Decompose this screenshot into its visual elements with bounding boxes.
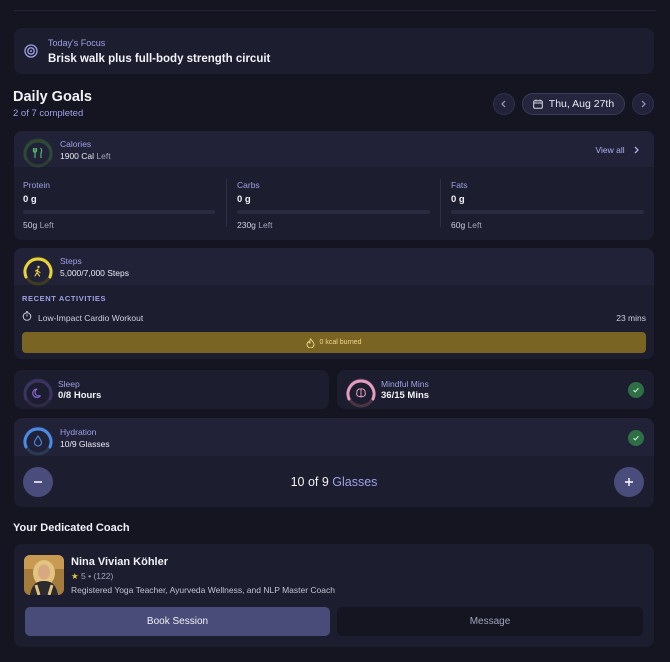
- kcal-burned-bar: 0 kcal burned: [22, 332, 646, 353]
- chevron-right-icon: [641, 100, 646, 108]
- top-divider: [14, 10, 656, 11]
- mindful-card[interactable]: Mindful Mins 36/15 Mins: [337, 370, 654, 409]
- recent-activities-title: RECENT ACTIVITIES: [22, 294, 107, 303]
- steps-value: 5,000/7,000 Steps: [60, 268, 130, 278]
- hydration-card: Hydration 10/9 Glasses 10 of 9 Glasses: [14, 418, 654, 507]
- increase-glasses-button[interactable]: [614, 467, 644, 497]
- mindful-complete-badge: [628, 382, 644, 398]
- coach-section-title: Your Dedicated Coach: [13, 522, 130, 534]
- macro-fats: Fats 0 g 60g Left: [442, 167, 654, 240]
- calories-remaining: 1900 Cal Left: [60, 151, 111, 161]
- brain-icon: [356, 388, 366, 398]
- timer-icon: [22, 311, 32, 321]
- hydration-header[interactable]: Hydration 10/9 Glasses: [14, 418, 654, 456]
- coach-description: Registered Yoga Teacher, Ayurveda Wellne…: [71, 585, 335, 595]
- utensils-icon: [32, 147, 43, 158]
- sleep-label: Sleep: [58, 379, 80, 389]
- target-icon: [24, 44, 38, 58]
- calories-header[interactable]: Calories 1900 Cal Left View all: [14, 131, 654, 168]
- activity-row[interactable]: Low-Impact Cardio Workout 23 mins: [22, 310, 646, 324]
- next-day-button[interactable]: [632, 93, 654, 115]
- check-icon: [633, 435, 639, 441]
- view-all-link[interactable]: View all: [595, 145, 640, 155]
- macro-divider: [440, 179, 441, 227]
- macro-divider: [226, 179, 227, 227]
- calories-card: Calories 1900 Cal Left View all Protein …: [14, 131, 654, 240]
- sleep-value: 0/8 Hours: [58, 390, 102, 401]
- coach-rating: ★ 5 • (122): [71, 571, 114, 581]
- coach-avatar[interactable]: [24, 555, 64, 595]
- mindful-value: 36/15 Mins: [381, 390, 430, 401]
- check-icon: [633, 387, 639, 393]
- hydration-label: Hydration: [60, 427, 97, 437]
- previous-day-button[interactable]: [493, 93, 515, 115]
- date-selector[interactable]: Thu, Aug 27th: [522, 93, 625, 115]
- chevron-right-icon: [634, 146, 639, 154]
- goals-completed-count: 2 of 7 completed: [13, 108, 84, 119]
- coach-name: Nina Vivian Köhler: [71, 556, 168, 568]
- calories-label: Calories: [60, 139, 92, 149]
- steps-label: Steps: [60, 256, 82, 266]
- protein-progress-bar: [23, 210, 215, 214]
- message-button[interactable]: Message: [337, 607, 643, 636]
- steps-card: Steps 5,000/7,000 Steps RECENT ACTIVITIE…: [14, 248, 654, 359]
- macro-protein: Protein 0 g 50g Left: [14, 167, 226, 240]
- daily-goals-title: Daily Goals: [13, 89, 92, 105]
- activity-name: Low-Impact Cardio Workout: [38, 313, 144, 323]
- star-icon: ★: [71, 571, 79, 581]
- todays-focus-card: Today's Focus Brisk walk plus full-body …: [14, 28, 654, 74]
- calendar-icon: [532, 99, 543, 109]
- focus-label: Today's Focus: [48, 37, 106, 48]
- activity-duration: 23 mins: [616, 313, 646, 323]
- focus-text: Brisk walk plus full-body strength circu…: [48, 52, 271, 65]
- plus-icon: [625, 478, 633, 486]
- flame-icon: [307, 337, 315, 348]
- sleep-card[interactable]: Sleep 0/8 Hours: [14, 370, 329, 409]
- macro-carbs: Carbs 0 g 230g Left: [228, 167, 440, 240]
- hydration-complete-badge: [628, 430, 644, 446]
- droplet-icon: [33, 435, 43, 447]
- book-session-button[interactable]: Book Session: [25, 607, 330, 636]
- walking-icon: [34, 265, 41, 277]
- hydration-value: 10/9 Glasses: [60, 439, 110, 449]
- steps-header[interactable]: Steps 5,000/7,000 Steps: [14, 248, 654, 286]
- moon-icon: [32, 388, 41, 398]
- glasses-counter: 10 of 9 Glasses: [290, 475, 378, 489]
- fats-progress-bar: [451, 210, 644, 214]
- date-label: Thu, Aug 27th: [548, 98, 615, 110]
- carbs-progress-bar: [237, 210, 430, 214]
- coach-card: Nina Vivian Köhler ★ 5 • (122) Registere…: [14, 544, 654, 647]
- chevron-left-icon: [501, 100, 506, 108]
- mindful-label: Mindful Mins: [381, 379, 429, 389]
